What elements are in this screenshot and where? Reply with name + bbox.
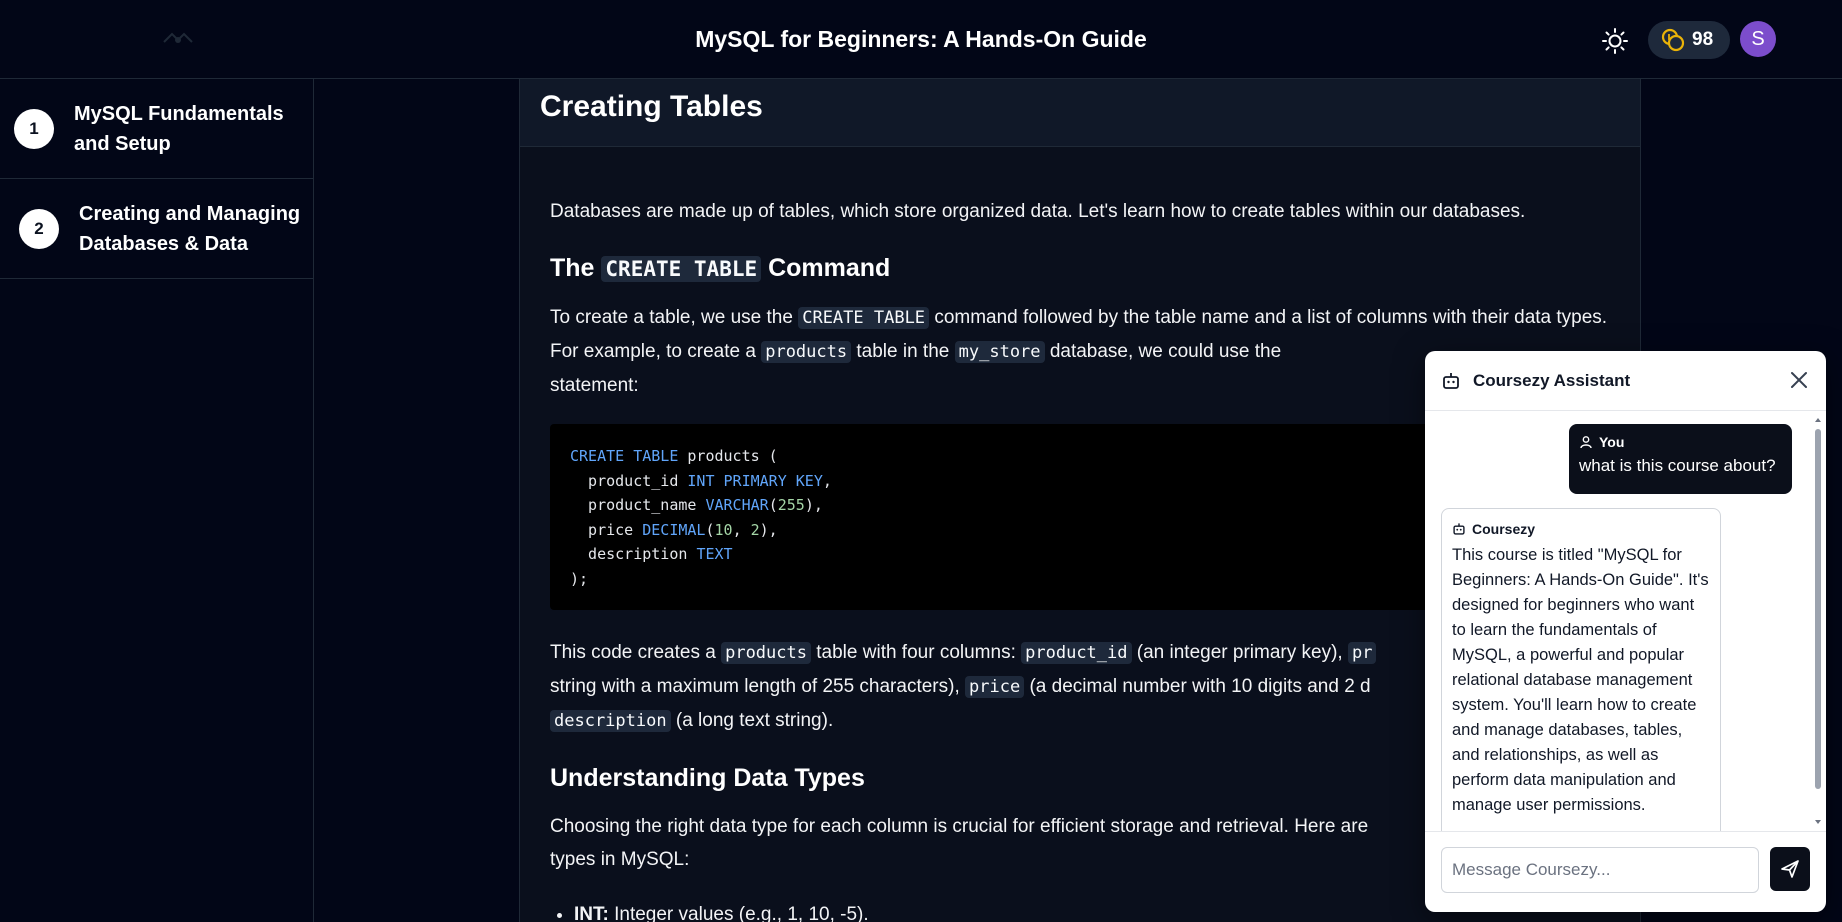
send-button[interactable] bbox=[1770, 847, 1810, 891]
module-label: MySQL Fundamentals and Setup bbox=[74, 102, 284, 155]
top-bar: MySQL for Beginners: A Hands-On Guide 98… bbox=[0, 0, 1842, 79]
chat-input-bar bbox=[1425, 831, 1826, 912]
sun-icon[interactable] bbox=[1600, 26, 1630, 56]
assistant-message: Coursezy This course is titled "MySQL fo… bbox=[1441, 508, 1721, 831]
bot-icon bbox=[1453, 523, 1465, 535]
inline-code: products bbox=[761, 341, 852, 363]
module-label: Creating and Managing Databases & Data bbox=[79, 202, 301, 255]
coin-balance[interactable]: 98 bbox=[1648, 21, 1730, 59]
message-author: Coursezy bbox=[1472, 521, 1536, 537]
inline-code: CREATE TABLE bbox=[601, 256, 762, 282]
chat-scrollbar[interactable] bbox=[1812, 415, 1824, 827]
message-author: You bbox=[1599, 434, 1625, 450]
chat-header: Coursezy Assistant bbox=[1425, 351, 1826, 411]
lesson-intro: Databases are made up of tables, which s… bbox=[550, 201, 1526, 222]
inline-code: pr bbox=[1347, 642, 1377, 664]
inline-code: my_store bbox=[954, 341, 1045, 363]
module-number: 2 bbox=[19, 208, 59, 249]
chat-messages[interactable]: You what is this course about? Coursezy … bbox=[1425, 411, 1826, 831]
chevron-down-icon[interactable] bbox=[1812, 817, 1824, 827]
chat-message-input[interactable] bbox=[1441, 847, 1759, 893]
chevron-up-icon[interactable] bbox=[1812, 415, 1824, 425]
coin-count: 98 bbox=[1692, 29, 1714, 50]
bot-icon bbox=[1443, 372, 1459, 389]
chat-assistant-panel: Coursezy Assistant You what is this cour… bbox=[1425, 351, 1826, 912]
chat-title: Coursezy Assistant bbox=[1473, 370, 1631, 390]
inline-code: price bbox=[965, 676, 1025, 698]
course-title: MySQL for Beginners: A Hands-On Guide bbox=[695, 26, 1147, 52]
send-icon bbox=[1781, 860, 1799, 878]
lesson-header: Creating Tables bbox=[520, 79, 1640, 147]
message-text: This course is titled "MySQL for Beginne… bbox=[1452, 546, 1709, 814]
message-text: what is this course about? bbox=[1579, 456, 1776, 475]
module-number: 1 bbox=[14, 108, 54, 149]
user-icon bbox=[1580, 436, 1592, 449]
sidebar-module-2[interactable]: 2 Creating and Managing Databases & Data bbox=[0, 179, 313, 279]
module-sidebar: 1 MySQL Fundamentals and Setup 2 Creatin… bbox=[0, 79, 314, 922]
user-message: You what is this course about? bbox=[1569, 424, 1792, 494]
inline-code: description bbox=[550, 710, 671, 732]
close-icon[interactable] bbox=[1788, 369, 1810, 391]
lesson-title: Creating Tables bbox=[540, 90, 763, 123]
inline-code: product_id bbox=[1021, 642, 1132, 664]
sidebar-module-1[interactable]: 1 MySQL Fundamentals and Setup bbox=[0, 79, 313, 179]
inline-code: CREATE TABLE bbox=[798, 307, 930, 329]
coins-icon bbox=[1661, 28, 1685, 52]
scroll-thumb[interactable] bbox=[1815, 429, 1821, 789]
inline-code: products bbox=[721, 642, 811, 664]
avatar[interactable]: S bbox=[1740, 21, 1776, 57]
section-heading-create-table: The CREATE TABLE Command bbox=[550, 254, 891, 282]
